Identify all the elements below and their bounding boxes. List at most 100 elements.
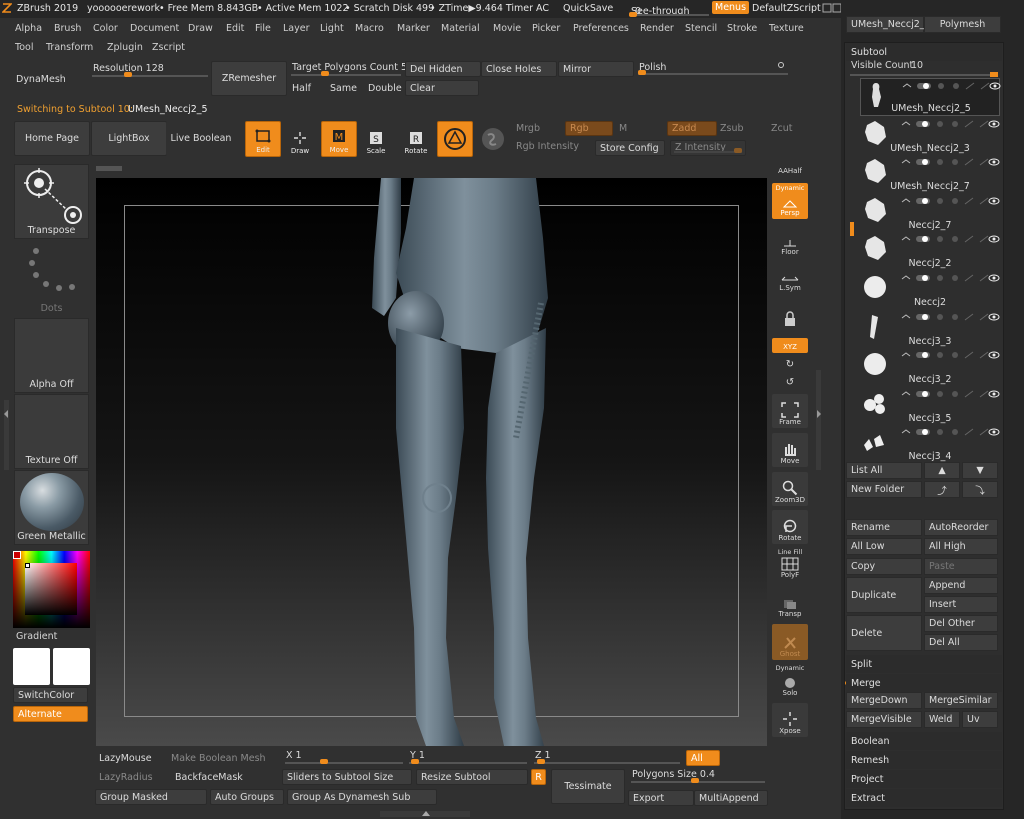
subtool-visibility-icons[interactable] — [900, 350, 1000, 360]
weld-button[interactable]: Weld — [924, 711, 960, 728]
canvas-scroll-indicator[interactable] — [96, 166, 122, 171]
polypaint-sphere-icon[interactable] — [480, 126, 506, 155]
alpha-tile[interactable]: Alpha Off — [14, 318, 89, 393]
xyz-button[interactable]: XYZ — [772, 338, 808, 353]
menu-render[interactable]: Render — [640, 23, 674, 34]
z-intensity-knob[interactable] — [734, 148, 742, 153]
merge-header[interactable]: Merge — [846, 674, 1002, 692]
alternate-button[interactable]: Alternate — [13, 706, 88, 722]
color-target-icon[interactable] — [25, 563, 30, 568]
delete-button[interactable]: Delete — [846, 615, 922, 651]
menu-draw[interactable]: Draw — [188, 23, 213, 34]
menu-tool[interactable]: Tool — [15, 42, 33, 53]
sliders-to-subtool-size-button[interactable]: Sliders to Subtool Size — [282, 769, 412, 785]
current-tool-button[interactable]: UMesh_Neccj2_5 — [846, 16, 931, 33]
remesh-header[interactable]: Remesh — [846, 751, 1002, 769]
subtool-visibility-icons[interactable] — [900, 427, 1000, 437]
x-knob[interactable] — [320, 759, 329, 764]
right-tray-arrow-icon[interactable] — [817, 410, 821, 418]
subtool-scrollbar[interactable] — [850, 222, 854, 236]
rotate-view-button[interactable]: Rotate — [772, 510, 808, 544]
scale-mode-button[interactable]: S Scale — [358, 121, 394, 157]
target-polygons-slider[interactable]: Target Polygons Count 5 — [288, 61, 407, 78]
menu-edit[interactable]: Edit — [226, 23, 244, 34]
clear-button[interactable]: Clear — [405, 80, 479, 96]
paste-button[interactable]: Paste — [924, 558, 998, 575]
move-mode-button[interactable]: M Move — [321, 121, 357, 157]
color-marker-icon[interactable] — [13, 551, 21, 559]
ac-button[interactable]: AC — [536, 3, 549, 14]
duplicate-button[interactable]: Duplicate — [846, 577, 922, 613]
autoreorder-button[interactable]: AutoReorder — [924, 519, 998, 536]
subtool-item[interactable]: Neccj2 — [860, 271, 1000, 309]
polyf-button[interactable]: Line Fill PolyF — [772, 547, 808, 581]
close-holes-button[interactable]: Close Holes — [481, 61, 557, 77]
x-scale-slider[interactable]: X 1 — [282, 749, 406, 766]
polygons-size-knob[interactable] — [691, 778, 700, 783]
split-header[interactable]: Split — [846, 655, 1002, 673]
menu-layer[interactable]: Layer — [283, 23, 310, 34]
move-up-button[interactable]: ▲ — [924, 462, 960, 479]
aahalf-button[interactable]: AAHalf — [772, 159, 808, 177]
move-out-folder-button[interactable]: ⤵ — [962, 481, 998, 498]
move-down-button[interactable]: ▼ — [962, 462, 998, 479]
uv-button[interactable]: Uv — [962, 711, 998, 728]
double-button[interactable]: Double — [364, 80, 404, 96]
all-low-button[interactable]: All Low — [846, 538, 922, 555]
boolean-header[interactable]: Boolean — [846, 732, 1002, 750]
main-color-swatch[interactable] — [13, 648, 50, 685]
dynamesh-button[interactable]: DynaMesh — [12, 62, 88, 97]
mergesimilar-button[interactable]: MergeSimilar — [924, 692, 998, 709]
lazymouse-button[interactable]: LazyMouse — [95, 750, 167, 766]
subtool-item[interactable]: Neccj2_7 — [860, 194, 1000, 232]
live-boolean-button[interactable]: Live Boolean — [166, 121, 236, 156]
menu-document[interactable]: Document — [130, 23, 179, 34]
move-view-button[interactable]: Move — [772, 433, 808, 467]
subtool-visibility-icons[interactable] — [900, 196, 1000, 206]
menu-movie[interactable]: Movie — [493, 23, 521, 34]
menu-marker[interactable]: Marker — [397, 23, 430, 34]
mirror-button[interactable]: Mirror — [558, 61, 634, 77]
del-hidden-button[interactable]: Del Hidden — [405, 61, 481, 77]
append-button[interactable]: Append — [924, 577, 998, 594]
copy-button[interactable]: Copy — [846, 558, 922, 575]
rotate-z-icon[interactable]: ↺ — [772, 374, 808, 390]
lsym-button[interactable]: L.Sym — [772, 268, 808, 294]
subtool-visibility-icons[interactable] — [901, 81, 1001, 91]
quicksave-button[interactable]: QuickSave — [563, 3, 613, 14]
tessimate-button[interactable]: Tessimate — [551, 769, 625, 804]
persp-button[interactable]: Dynamic Persp — [772, 183, 808, 219]
project-header[interactable]: Project — [846, 770, 1002, 788]
menu-stencil[interactable]: Stencil — [685, 23, 717, 34]
menu-zscript[interactable]: Zscript — [152, 42, 185, 53]
subtool-header[interactable]: Subtool — [846, 43, 1002, 61]
gradient-label[interactable]: Gradient — [16, 631, 57, 642]
dots-stroke-tile[interactable]: Dots — [14, 241, 89, 316]
visible-count-track[interactable] — [850, 72, 998, 77]
xpose-button[interactable]: Xpose — [772, 703, 808, 737]
subtool-item[interactable]: UMesh_Neccj2_7 — [860, 155, 1000, 193]
material-tile[interactable]: Green Metallic — [14, 470, 89, 545]
zoom3d-button[interactable]: Zoom3D — [772, 472, 808, 506]
polygons-size-slider[interactable]: Polygons Size 0.4 — [628, 768, 768, 785]
auto-groups-button[interactable]: Auto Groups — [210, 789, 284, 805]
menu-material[interactable]: Material — [441, 23, 480, 34]
frame-button[interactable]: Frame — [772, 394, 808, 428]
menu-color[interactable]: Color — [93, 23, 118, 34]
m-button[interactable]: M — [619, 123, 627, 134]
multiappend-button[interactable]: MultiAppend — [694, 790, 768, 806]
subtool-item[interactable]: Neccj3_4 — [860, 425, 1000, 463]
menu-preferences[interactable]: Preferences — [573, 23, 629, 34]
subtool-visibility-icons[interactable] — [900, 312, 1000, 322]
make-boolean-mesh-button[interactable]: Make Boolean Mesh — [167, 750, 267, 766]
all-high-button[interactable]: All High — [924, 538, 998, 555]
same-button[interactable]: Same — [326, 80, 361, 96]
lazyradius-slider[interactable]: LazyRadius — [95, 769, 167, 785]
right-tray-handle[interactable] — [816, 370, 821, 470]
seethrough-track[interactable] — [629, 12, 709, 17]
transpose-tile[interactable]: Transpose — [14, 164, 89, 239]
menus-button[interactable]: Menus — [712, 1, 750, 14]
y-scale-slider[interactable]: Y 1 — [406, 749, 530, 766]
subtool-item[interactable]: Neccj3_2 — [860, 348, 1000, 386]
mergevisible-button[interactable]: MergeVisible — [846, 711, 922, 728]
